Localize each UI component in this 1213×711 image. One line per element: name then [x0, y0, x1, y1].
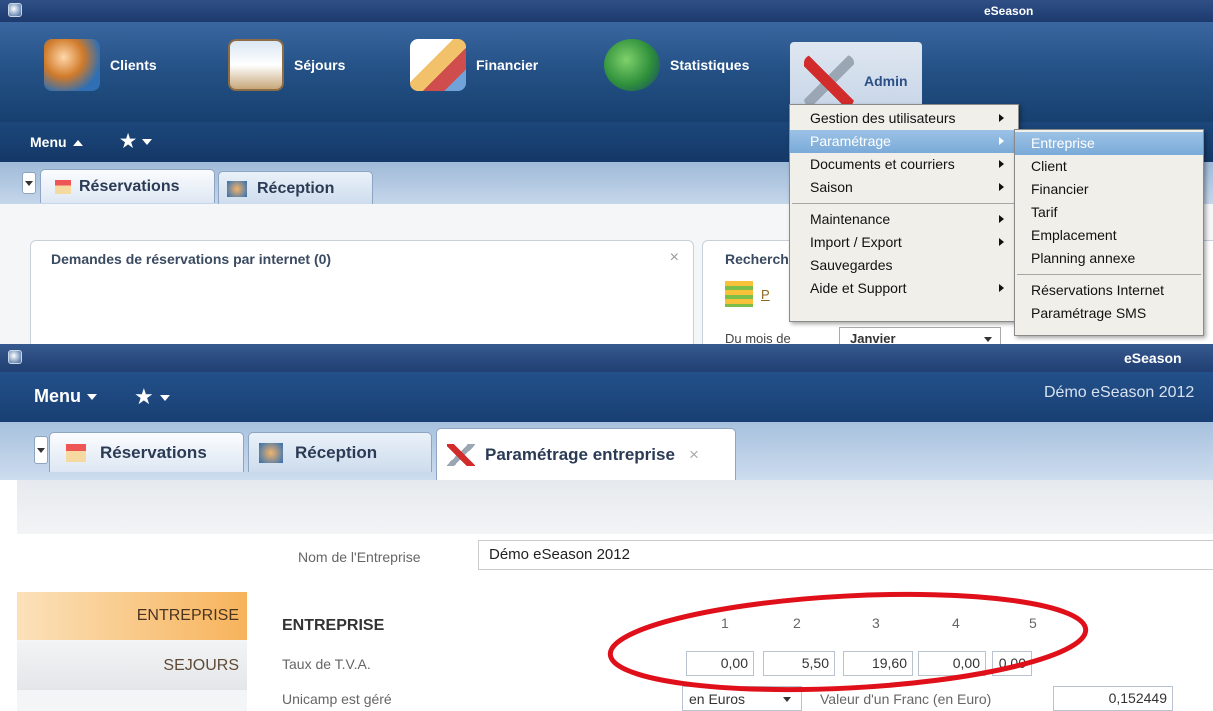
- menu-button[interactable]: Menu: [30, 134, 83, 150]
- submenu-arrow-icon: [999, 183, 1004, 191]
- tools-icon: [804, 55, 854, 107]
- submenu-arrow-icon: [999, 215, 1004, 223]
- submenu-item-tarif[interactable]: Tarif: [1015, 201, 1203, 224]
- tab-reservations[interactable]: Réservations: [40, 169, 215, 203]
- menu-bar: Menu ★ Démo eSeason 2012: [0, 372, 1213, 422]
- annotation-ellipse: [607, 591, 1089, 693]
- tab-reception[interactable]: Réception: [248, 432, 432, 472]
- month-select[interactable]: Janvier: [839, 327, 1001, 344]
- menu-item-sauvegardes[interactable]: Sauvegardes: [790, 254, 1018, 277]
- company-name-label: Nom de l'Entreprise: [298, 549, 421, 565]
- tab-reservations[interactable]: Réservations: [49, 432, 244, 472]
- bottom-window: eSeason Menu ★ Démo eSeason 2012 Réserva…: [0, 344, 1213, 711]
- top-window: eSeason Clients Séjours Financier Statis…: [0, 0, 1213, 344]
- menu-separator: [1017, 274, 1201, 275]
- company-header: Démo eSeason 2012: [1044, 384, 1195, 401]
- parametrage-submenu: Entreprise Client Financier Tarif Emplac…: [1014, 129, 1204, 336]
- menu-item-aide-support[interactable]: Aide et Support: [790, 277, 1018, 300]
- submenu-item-financier[interactable]: Financier: [1015, 178, 1203, 201]
- tabs-dropdown-button[interactable]: [34, 436, 48, 464]
- submenu-arrow-icon: [999, 114, 1004, 122]
- ribbon-clients-button[interactable]: Clients: [44, 30, 157, 100]
- title-bar: eSeason: [0, 344, 1213, 372]
- caret-down-icon: [87, 394, 97, 401]
- favorites-button[interactable]: ★: [134, 384, 170, 410]
- documents-icon: [410, 39, 466, 91]
- tab-parametrage-entreprise[interactable]: Paramétrage entreprise ×: [436, 428, 736, 480]
- search-panel-title: Recherch: [725, 251, 789, 267]
- submenu-arrow-icon: [999, 137, 1004, 145]
- app-icon: [8, 350, 22, 364]
- ribbon-statistiques-button[interactable]: Statistiques: [604, 30, 749, 100]
- caret-down-icon: [142, 139, 153, 146]
- title-bar: eSeason: [0, 0, 1213, 22]
- app-icon: [8, 3, 22, 17]
- menu-item-gestion-utilisateurs[interactable]: Gestion des utilisateurs: [790, 107, 1018, 130]
- internet-requests-panel: Demandes de réservations par internet (0…: [30, 240, 694, 344]
- house-icon: [228, 39, 284, 91]
- people-icon: [227, 180, 247, 197]
- panel-title: Demandes de réservations par internet (0…: [51, 251, 332, 267]
- people-icon: [259, 442, 283, 463]
- sidebar-item-sejours[interactable]: SEJOURS: [17, 642, 247, 690]
- submenu-item-client[interactable]: Client: [1015, 155, 1203, 178]
- content-header-strip: [17, 480, 1213, 534]
- clients-icon: [44, 39, 100, 91]
- settings-sidebar: ENTREPRISE SEJOURS: [17, 592, 247, 711]
- menu-separator: [792, 203, 1016, 204]
- company-name-input[interactable]: Démo eSeason 2012: [478, 540, 1213, 570]
- menu-item-parametrage[interactable]: Paramétrage: [790, 130, 1018, 153]
- submenu-item-entreprise[interactable]: Entreprise: [1015, 132, 1203, 155]
- window-title: eSeason: [1124, 350, 1182, 366]
- vat-label: Taux de T.V.A.: [282, 656, 371, 672]
- tab-reception[interactable]: Réception: [218, 171, 373, 205]
- menu-item-documents-courriers[interactable]: Documents et courriers: [790, 153, 1018, 176]
- section-title: ENTREPRISE: [282, 617, 385, 634]
- submenu-item-emplacement[interactable]: Emplacement: [1015, 224, 1203, 247]
- home-icon: [66, 443, 86, 462]
- ribbon: Clients Séjours Financier Statistiques A…: [0, 22, 1213, 122]
- submenu-arrow-icon: [999, 284, 1004, 292]
- tools-icon: [447, 443, 475, 466]
- submenu-arrow-icon: [999, 238, 1004, 246]
- ribbon-sejours-button[interactable]: Séjours: [228, 30, 345, 100]
- planning-link[interactable]: P: [761, 287, 770, 302]
- tabs-dropdown-button[interactable]: [22, 172, 36, 194]
- menu-item-maintenance[interactable]: Maintenance: [790, 208, 1018, 231]
- submenu-item-reservations-internet[interactable]: Réservations Internet: [1015, 279, 1203, 302]
- close-tab-icon[interactable]: ×: [689, 445, 699, 465]
- menu-button[interactable]: Menu: [34, 386, 97, 407]
- close-icon[interactable]: ×: [670, 249, 679, 267]
- ribbon-financier-button[interactable]: Financier: [410, 30, 538, 100]
- sidebar-item-entreprise[interactable]: ENTREPRISE: [17, 592, 247, 640]
- month-label: Du mois de: [725, 331, 791, 344]
- caret-down-icon: [159, 395, 170, 402]
- menu-item-saison[interactable]: Saison: [790, 176, 1018, 199]
- globe-chart-icon: [604, 39, 660, 91]
- menu-item-import-export[interactable]: Import / Export: [790, 231, 1018, 254]
- window-title: eSeason: [984, 4, 1034, 18]
- caret-up-icon: [72, 140, 83, 147]
- submenu-arrow-icon: [999, 160, 1004, 168]
- chevron-down-icon: [984, 337, 992, 342]
- submenu-item-parametrage-sms[interactable]: Paramétrage SMS: [1015, 302, 1203, 325]
- submenu-item-planning-annexe[interactable]: Planning annexe: [1015, 247, 1203, 270]
- planning-icon: [725, 281, 753, 307]
- favorites-button[interactable]: ★: [120, 131, 153, 152]
- unicamp-label: Unicamp est géré: [282, 691, 392, 707]
- home-icon: [55, 179, 71, 194]
- admin-menu: Gestion des utilisateurs Paramétrage Doc…: [789, 104, 1019, 322]
- tabs-row: Réservations Réception Paramétrage entre…: [0, 422, 1213, 480]
